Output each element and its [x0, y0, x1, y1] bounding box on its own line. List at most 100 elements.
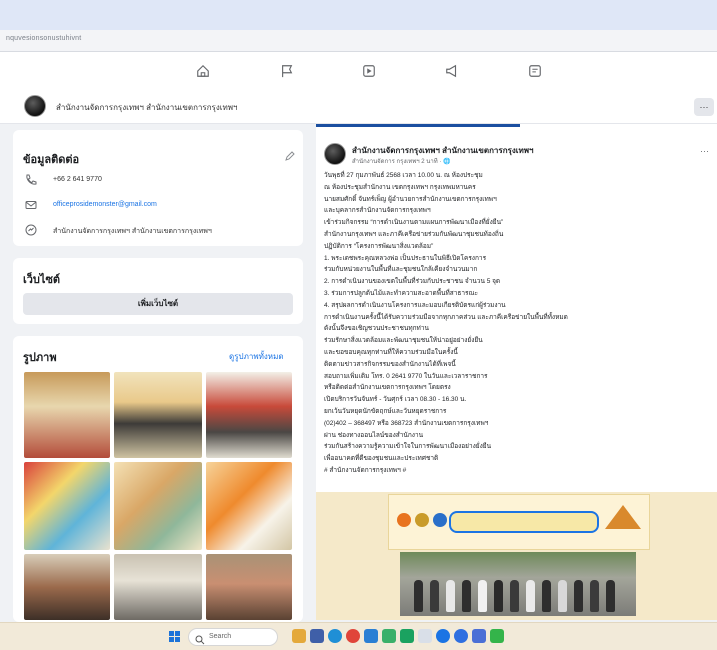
group-photo — [400, 552, 636, 616]
contact-info-card: ข้อมูลติดต่อ +66 2 641 9770 officeprosid… — [13, 130, 303, 246]
chrome-icon[interactable] — [346, 629, 360, 643]
logo-icon — [397, 513, 411, 527]
post-text-line: หรือติดต่อสำนักงานเขตการกรุงเทพฯ โดยตรง — [324, 384, 451, 392]
app-icon[interactable] — [400, 629, 414, 643]
post-text-line: ยกเว้นวันหยุดนักขัตฤกษ์และวันหยุดราชการ — [324, 408, 447, 415]
contact-info-title: ข้อมูลติดต่อ — [23, 154, 80, 166]
post-text-line: สำนักงานกรุงเทพฯ และภาคีเครือข่ายร่วมกัน… — [324, 231, 504, 238]
edge-icon[interactable] — [328, 629, 342, 643]
logo-icon — [415, 513, 429, 527]
person — [558, 580, 567, 612]
app-icon[interactable] — [454, 629, 468, 643]
photo-thumbnail[interactable] — [24, 462, 110, 550]
person — [590, 580, 599, 612]
post-meta: สำนักงานจัดการ กรุงเทพฯ 2 นาที · 🌐 — [352, 159, 451, 165]
post-text-line: ดังนั้นจึงขอเชิญชวนประชาชนทุกท่าน — [324, 325, 429, 333]
phone-icon — [25, 174, 37, 186]
person — [510, 580, 519, 612]
post-text-line: เข้าร่วมกิจกรรม “การดำเนินงานตามแผนการพั… — [324, 219, 504, 227]
post-text-line: ติดตามข่าวสารกิจกรรมของสำนักงานได้ที่เพจ… — [324, 360, 456, 368]
post-text-line: นายสมศักดิ์ จันทร์เพ็ญ ผู้อำนวยการสำนักง… — [324, 195, 497, 203]
post-text-line: การดำเนินงานครั้งนี้ได้รับความร่วมมือจาก… — [324, 313, 568, 321]
photo-thumbnail[interactable] — [114, 462, 202, 550]
home-icon[interactable] — [196, 64, 210, 78]
website-card: เว็บไซต์ เพิ่มเว็บไซต์ — [13, 258, 303, 324]
add-website-button[interactable]: เพิ่มเว็บไซต์ — [23, 293, 293, 315]
post-text-line: 3. ร่วมการปลูกต้นไม้และทำความสะอาดพื้นที… — [324, 290, 479, 297]
photo-thumbnail[interactable] — [206, 462, 292, 550]
post-text-line: 1. พระเดชพระคุณหลวงพ่อ เป็นประธานในพิธีเ… — [324, 254, 487, 262]
post-text-line: วันพุธที่ 27 กุมภาพันธ์ 2568 เวลา 10.00 … — [324, 172, 483, 179]
logo-icon — [433, 513, 447, 527]
person — [494, 580, 503, 612]
app-icon[interactable] — [436, 629, 450, 643]
photo-thumbnail[interactable] — [24, 372, 110, 458]
post-text-line: ปฏิบัติการ “โครงการพัฒนาสิ่งแวดล้อม” — [324, 242, 434, 250]
tab-indicator — [316, 124, 520, 127]
phone-number: +66 2 641 9770 — [53, 176, 102, 183]
edit-icon[interactable] — [285, 148, 295, 161]
flag-icon[interactable] — [280, 64, 294, 78]
post-text-line: ผ่าน ช่องทางออนไลน์ของสำนักงาน — [324, 431, 424, 439]
taskbar-search[interactable]: Search — [188, 628, 278, 646]
post-image[interactable] — [316, 492, 717, 620]
post-author-avatar[interactable] — [324, 143, 346, 165]
post-text-line: และขอขอบคุณทุกท่านที่ให้ความร่วมมือในครั… — [324, 349, 458, 356]
post-text-line: 2. การดำเนินงานของเขตในพื้นที่ร่วมกับประ… — [324, 278, 501, 286]
top-navigation — [0, 52, 717, 90]
app-icon[interactable] — [364, 629, 378, 643]
email-link[interactable]: officeprosidemonster@gmail.com — [53, 201, 157, 208]
browser-title-bar — [0, 0, 717, 30]
person — [478, 580, 487, 612]
website-title: เว็บไซต์ — [23, 274, 61, 286]
messenger-name: สำนักงานจัดการกรุงเทพฯ สำนักงานเขตการกรุ… — [53, 228, 212, 235]
notifications-icon[interactable] — [528, 64, 542, 78]
post-text-line: ร่วมรักษาสิ่งแวดล้อมและพัฒนาชุมชนให้น่าอ… — [324, 337, 483, 345]
taskbar: Search — [0, 622, 717, 650]
post-text-line: ณ ห้องประชุมสำนักงาน เขตกรุงเทพฯ กรุงเทพ… — [324, 183, 476, 191]
app-icon[interactable] — [310, 629, 324, 643]
messenger-icon — [25, 224, 37, 236]
person — [414, 580, 423, 612]
temple-roof-icon — [605, 505, 641, 529]
photo-thumbnail[interactable] — [24, 554, 110, 620]
photo-thumbnail[interactable] — [114, 554, 202, 620]
photos-title: รูปภาพ — [23, 352, 57, 364]
page-header: สำนักงานจัดการกรุงเทพฯ สำนักงานเขตการกรุ… — [0, 90, 717, 124]
url-text: nquvesionsonustuhivnt — [6, 35, 82, 42]
banner-title-box — [449, 511, 599, 533]
page-title: สำนักงานจัดการกรุงเทพฯ สำนักงานเขตการกรุ… — [56, 103, 238, 112]
search-placeholder: Search — [209, 633, 232, 640]
person — [526, 580, 535, 612]
post-options-button[interactable]: ··· — [700, 146, 709, 156]
see-all-photos-link[interactable]: ดูรูปภาพทั้งหมด — [229, 350, 284, 363]
address-bar[interactable]: nquvesionsonustuhivnt — [0, 30, 717, 52]
line-icon[interactable] — [490, 629, 504, 643]
person — [430, 580, 439, 612]
app-icon[interactable] — [382, 629, 396, 643]
page-avatar[interactable] — [24, 95, 46, 117]
photo-thumbnail[interactable] — [206, 554, 292, 620]
windows-start-icon[interactable] — [169, 631, 181, 643]
app-icon[interactable] — [418, 629, 432, 643]
post-text-line: และบุคลากรสำนักงานจัดการกรุงเทพฯ — [324, 207, 431, 215]
photo-thumbnail[interactable] — [206, 372, 292, 458]
photos-card: รูปภาพ ดูรูปภาพทั้งหมด — [13, 336, 303, 622]
post-card: สำนักงานจัดการกรุงเทพฯ สำนักงานเขตการกรุ… — [316, 124, 717, 620]
more-options-button[interactable]: ··· — [694, 98, 714, 116]
post-text-line: เปิดบริการวันจันทร์ - วันศุกร์ เวลา 08.3… — [324, 396, 467, 404]
post-text-line: ร่วมกันสร้างความรู้ความเข้าใจในการพัฒนาเ… — [324, 443, 492, 451]
person — [542, 580, 551, 612]
search-icon — [195, 632, 205, 645]
person — [462, 580, 471, 612]
person — [606, 580, 615, 612]
file-explorer-icon[interactable] — [292, 629, 306, 643]
post-text-line: ร่วมกับหน่วยงานในพื้นที่และชุมชนใกล้เคีย… — [324, 266, 478, 274]
person — [574, 580, 583, 612]
megaphone-icon[interactable] — [445, 64, 459, 78]
post-text-line: 4. สรุปผลการดำเนินงานโครงการและมอบเกียรต… — [324, 301, 506, 309]
app-icon[interactable] — [472, 629, 486, 643]
video-icon[interactable] — [362, 64, 376, 78]
photo-thumbnail[interactable] — [114, 372, 202, 458]
event-banner — [388, 494, 650, 550]
